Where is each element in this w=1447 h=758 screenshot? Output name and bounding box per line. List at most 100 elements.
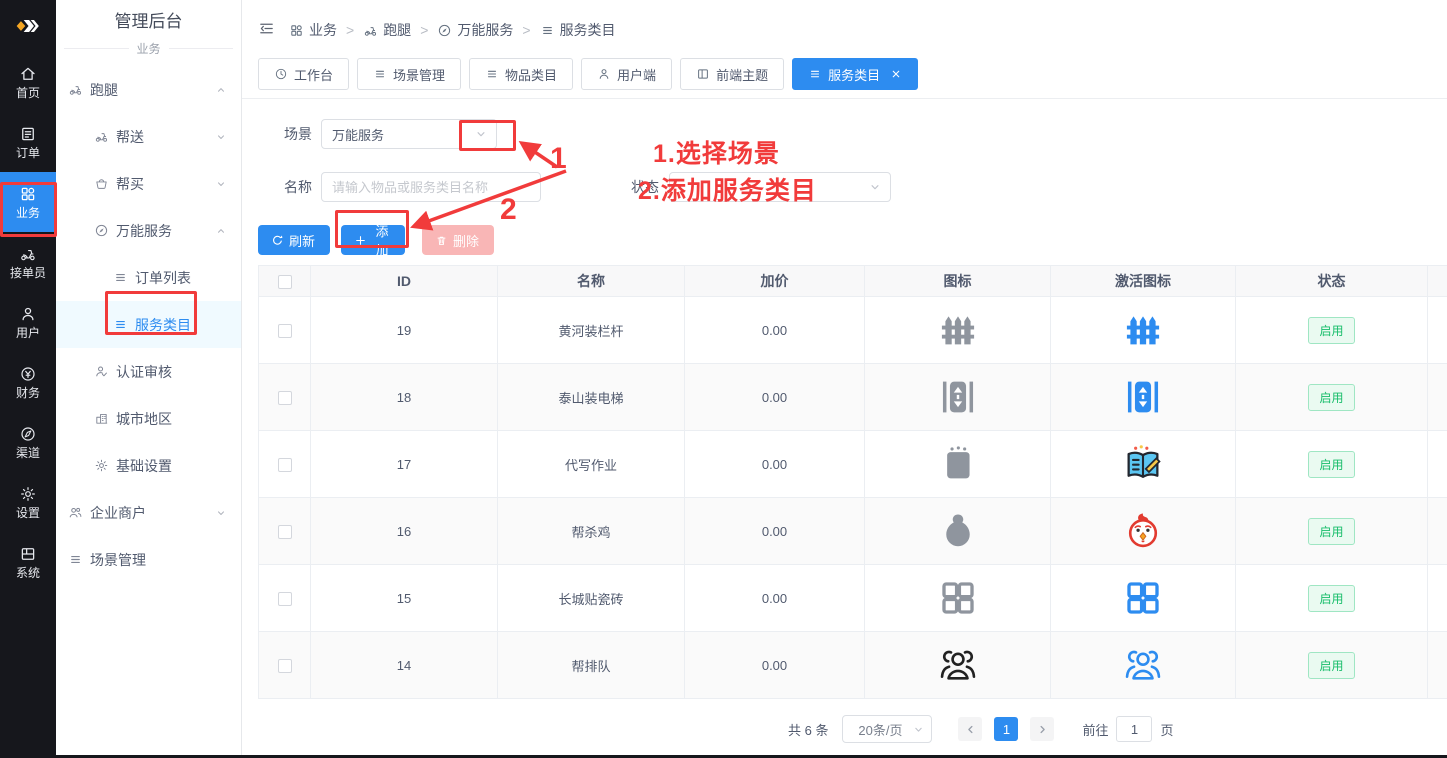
row-price: 0.00 bbox=[685, 364, 865, 431]
menu-item-service-category[interactable]: 服务类目 bbox=[56, 301, 241, 348]
page-size-select[interactable]: 20条/页 bbox=[842, 715, 932, 743]
goto-page-input[interactable] bbox=[1116, 716, 1152, 742]
table-row: 15长城贴瓷砖0.00启用 bbox=[259, 565, 1447, 632]
row-checkbox[interactable] bbox=[278, 525, 292, 539]
tab-front-theme[interactable]: 前端主题 bbox=[680, 58, 784, 90]
close-icon bbox=[890, 68, 902, 80]
menu-item-enterprise[interactable]: 企业商户 bbox=[56, 489, 241, 536]
tab-label: 工作台 bbox=[294, 65, 333, 84]
row-checkbox[interactable] bbox=[278, 592, 292, 606]
row-id: 14 bbox=[311, 632, 498, 699]
scene-select[interactable]: 万能服务 bbox=[321, 119, 497, 149]
add-button[interactable]: 添加 bbox=[341, 225, 405, 255]
row-id: 18 bbox=[311, 364, 498, 431]
prev-page-button[interactable] bbox=[958, 717, 982, 741]
chevron-left-icon bbox=[964, 723, 977, 736]
row-checkbox-cell bbox=[259, 498, 311, 565]
menu-item-label: 跑腿 bbox=[90, 80, 118, 100]
grid-icon bbox=[19, 185, 37, 203]
compass-icon bbox=[94, 223, 109, 238]
table-row: 16帮杀鸡0.00启用 bbox=[259, 498, 1447, 565]
row-checkbox[interactable] bbox=[278, 324, 292, 338]
channel-icon bbox=[19, 425, 37, 443]
menu-item-paotui[interactable]: 跑腿 bbox=[56, 66, 241, 113]
select-all-checkbox[interactable] bbox=[278, 275, 292, 289]
sidebar-item-label: 首页 bbox=[16, 86, 40, 100]
scene-label: 场景 bbox=[258, 124, 321, 144]
menu-item-bangsong[interactable]: 帮送 bbox=[56, 113, 241, 160]
row-id: 19 bbox=[311, 297, 498, 364]
sidebar-item-channel[interactable]: 渠道 bbox=[0, 412, 56, 472]
menu-item-scene-manage[interactable]: 场景管理 bbox=[56, 536, 241, 583]
scene-filter-row: 场景 万能服务 bbox=[258, 119, 1447, 149]
sidebar-item-rider[interactable]: 接单员 bbox=[0, 232, 56, 292]
collapse-sidebar-button[interactable] bbox=[258, 20, 275, 37]
grid-icon bbox=[289, 23, 304, 38]
list-icon bbox=[485, 67, 499, 81]
row-checkbox-cell bbox=[259, 431, 311, 498]
scene-select-value: 万能服务 bbox=[332, 125, 384, 144]
menu-item-order-list[interactable]: 订单列表 bbox=[56, 254, 241, 301]
menu-item-basic-settings[interactable]: 基础设置 bbox=[56, 442, 241, 489]
refresh-button[interactable]: 刷新 bbox=[258, 225, 330, 255]
breadcrumb-item-2[interactable]: 万能服务 bbox=[437, 20, 513, 40]
main-area: 业务>跑腿>万能服务>服务类目 工作台场景管理物品类目用户端前端主题服务类目 场… bbox=[242, 0, 1447, 758]
name-input[interactable] bbox=[332, 180, 530, 195]
tab-user-client[interactable]: 用户端 bbox=[581, 58, 672, 90]
status-badge: 启用 bbox=[1308, 652, 1354, 679]
breadcrumb-item-3[interactable]: 服务类目 bbox=[540, 20, 616, 40]
row-active-icon-cell bbox=[1051, 498, 1236, 565]
breadcrumb-item-1[interactable]: 跑腿 bbox=[363, 20, 411, 40]
menu-item-bangmai[interactable]: 帮买 bbox=[56, 160, 241, 207]
notebook-icon bbox=[937, 443, 979, 485]
sidebar-item-business[interactable]: 业务 bbox=[0, 172, 56, 232]
table-row: 17代写作业0.00启用 bbox=[259, 431, 1447, 498]
column-header-3: 图标 bbox=[865, 266, 1051, 297]
tab-workbench[interactable]: 工作台 bbox=[258, 58, 349, 90]
goto-label: 前往 bbox=[1082, 720, 1108, 739]
name-status-filter-row: 名称 状态 bbox=[258, 172, 1447, 202]
row-checkbox[interactable] bbox=[278, 458, 292, 472]
breadcrumb-item-0[interactable]: 业务 bbox=[289, 20, 337, 40]
tab-scene-manage[interactable]: 场景管理 bbox=[357, 58, 461, 90]
row-extra-cell bbox=[1428, 297, 1447, 364]
sidebar-item-order[interactable]: 订单 bbox=[0, 112, 56, 172]
row-checkbox[interactable] bbox=[278, 659, 292, 673]
page-size-value: 20条/页 bbox=[858, 720, 902, 739]
breadcrumb-label: 服务类目 bbox=[560, 20, 616, 40]
list-icon bbox=[540, 23, 555, 38]
delete-button[interactable]: 删除 bbox=[422, 225, 494, 255]
tab-service-category[interactable]: 服务类目 bbox=[792, 58, 918, 90]
menu-item-city-region[interactable]: 城市地区 bbox=[56, 395, 241, 442]
sidebar-item-settings[interactable]: 设置 bbox=[0, 472, 56, 532]
status-select[interactable] bbox=[669, 172, 891, 202]
order-icon bbox=[19, 125, 37, 143]
next-page-button[interactable] bbox=[1030, 717, 1054, 741]
sidebar-item-user[interactable]: 用户 bbox=[0, 292, 56, 352]
menu-item-auth-review[interactable]: 认证审核 bbox=[56, 348, 241, 395]
chevron-up-icon bbox=[215, 84, 227, 96]
sidebar-item-home[interactable]: 首页 bbox=[0, 52, 56, 112]
status-badge: 启用 bbox=[1308, 317, 1354, 344]
status-badge: 启用 bbox=[1308, 451, 1354, 478]
chevron-down-icon bbox=[474, 127, 488, 141]
chevron-down-icon bbox=[215, 507, 227, 519]
tab-bar: 工作台 场景管理物品类目用户端前端主题服务类目 bbox=[242, 58, 1447, 99]
list-icon bbox=[68, 552, 83, 567]
row-checkbox[interactable] bbox=[278, 391, 292, 405]
status-filter: 状态 bbox=[631, 172, 891, 202]
rider-icon bbox=[94, 129, 109, 144]
app-logo[interactable] bbox=[12, 0, 44, 52]
sidebar-item-system[interactable]: 系统 bbox=[0, 532, 56, 592]
menu-item-wanneng-service[interactable]: 万能服务 bbox=[56, 207, 241, 254]
tab-goods-category[interactable]: 物品类目 bbox=[469, 58, 573, 90]
row-icon-cell bbox=[865, 565, 1051, 632]
menu-item-label: 万能服务 bbox=[116, 221, 172, 241]
column-header-0: ID bbox=[311, 266, 498, 297]
sidebar-item-finance[interactable]: 财务 bbox=[0, 352, 56, 412]
person-icon bbox=[597, 67, 611, 81]
basket-icon bbox=[94, 176, 109, 191]
page-number-button[interactable]: 1 bbox=[994, 717, 1018, 741]
menu-item-label: 城市地区 bbox=[116, 409, 172, 429]
city-icon bbox=[94, 411, 109, 426]
